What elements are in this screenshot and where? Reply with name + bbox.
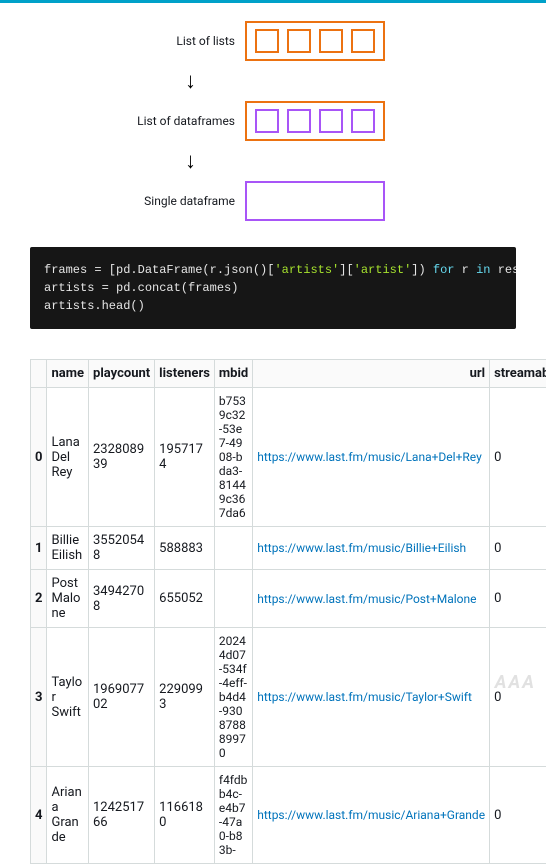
cell-index: 1	[31, 527, 47, 570]
cell-url: https://www.last.fm/music/Ariana+Grande	[253, 767, 490, 864]
cell-playcount: 35520548	[89, 527, 155, 570]
table-row: 0Lana Del Rey2328089391957174b7539c32-53…	[31, 388, 546, 527]
th-url: url	[253, 360, 490, 388]
cell-listeners: 588883	[155, 527, 215, 570]
watermark: AAA	[495, 672, 536, 693]
cell-playcount: 124251766	[89, 767, 155, 864]
cell-mbid	[214, 527, 252, 570]
th-name: name	[47, 360, 89, 388]
cell-index: 2	[31, 570, 47, 628]
cell-mbid: b7539c32-53e7-4908-bda3-81449c367da6	[214, 388, 252, 527]
table-row: 3Taylor Swift196907702229099320244d07-53…	[31, 628, 546, 767]
diagram-row-list-of-lists: List of lists	[0, 21, 546, 61]
cell-mbid: 20244d07-534f-4eff-b4d4-930878889970	[214, 628, 252, 767]
cell-index: 3	[31, 628, 47, 767]
cell-playcount: 196907702	[89, 628, 155, 767]
cell-url: https://www.last.fm/music/Billie+Eilish	[253, 527, 490, 570]
table-row: 1Billie Eilish35520548588883 https://www.…	[31, 527, 546, 570]
arrow-down-icon: ↓	[185, 148, 196, 174]
cell-mbid: f4fdbb4c-e4b7-47a0-b83b-	[214, 767, 252, 864]
cell-streamable: 0	[490, 628, 546, 767]
table-row: 2Post Malone34942708655052 https://www.la…	[31, 570, 546, 628]
arrow-row-2: ↓	[0, 149, 546, 173]
cell-playcount: 34942708	[89, 570, 155, 628]
cell-name: Ariana Grande	[47, 767, 89, 864]
cell-name: Lana Del Rey	[47, 388, 89, 527]
code-block: frames = [pd.DataFrame(r.json()['artists…	[30, 247, 516, 329]
cell-name: Billie Eilish	[47, 527, 89, 570]
th-index	[31, 360, 47, 388]
cell-url: https://www.last.fm/music/Lana+Del+Rey	[253, 388, 490, 527]
cell-listeners: 655052	[155, 570, 215, 628]
cell-playcount: 232808939	[89, 388, 155, 527]
cell-index: 0	[31, 388, 47, 527]
arrow-down-icon: ↓	[185, 68, 196, 94]
artists-table: name playcount listeners mbid url stream…	[30, 359, 546, 864]
list-item-box	[351, 29, 375, 53]
list-item-box	[319, 29, 343, 53]
cell-mbid	[214, 570, 252, 628]
cell-name: Taylor Swift	[47, 628, 89, 767]
cell-index: 4	[31, 767, 47, 864]
cell-listeners: 1166180	[155, 767, 215, 864]
diagram-label-list-of-dataframes: List of dataframes	[0, 114, 235, 128]
table-row: 4Ariana Grande1242517661166180f4fdbb4c-e…	[31, 767, 546, 864]
table-header-row: name playcount listeners mbid url stream…	[31, 360, 546, 388]
list-of-dataframes-box	[245, 101, 385, 141]
cell-streamable: 0	[490, 527, 546, 570]
code-text: frames = [pd.DataFrame(r.json()['artists…	[44, 263, 516, 313]
list-of-lists-box	[245, 21, 385, 61]
diagram-row-list-of-dataframes: List of dataframes	[0, 101, 546, 141]
dataframe-item-box	[351, 109, 375, 133]
th-streamable: streamable	[490, 360, 546, 388]
diagram-label-list-of-lists: List of lists	[0, 34, 235, 48]
dataframe-item-box	[319, 109, 343, 133]
dataframe-item-box	[255, 109, 279, 133]
th-mbid: mbid	[214, 360, 252, 388]
transformation-diagram: List of lists ↓ List of dataframes ↓ Sin…	[0, 3, 546, 247]
dataframe-item-box	[287, 109, 311, 133]
cell-streamable: 0	[490, 388, 546, 527]
cell-listeners: 1957174	[155, 388, 215, 527]
cell-name: Post Malone	[47, 570, 89, 628]
list-item-box	[255, 29, 279, 53]
arrow-row-1: ↓	[0, 69, 546, 93]
list-item-box	[287, 29, 311, 53]
cell-url: https://www.last.fm/music/Post+Malone	[253, 570, 490, 628]
diagram-label-single-dataframe: Single dataframe	[0, 194, 235, 208]
cell-streamable: 0	[490, 767, 546, 864]
single-dataframe-box	[245, 181, 385, 221]
artists-table-wrap: name playcount listeners mbid url stream…	[0, 359, 546, 864]
th-playcount: playcount	[89, 360, 155, 388]
cell-listeners: 2290993	[155, 628, 215, 767]
diagram-row-single-dataframe: Single dataframe	[0, 181, 546, 221]
cell-url: https://www.last.fm/music/Taylor+Swift	[253, 628, 490, 767]
th-listeners: listeners	[155, 360, 215, 388]
cell-streamable: 0	[490, 570, 546, 628]
